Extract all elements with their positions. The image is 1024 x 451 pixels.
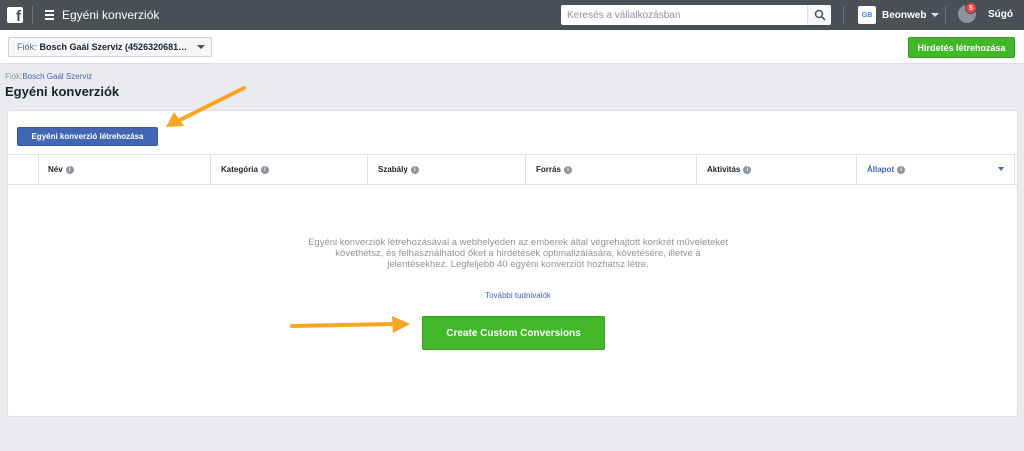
annotation-arrow-icon xyxy=(290,316,410,333)
account-label: Fiók: xyxy=(17,42,37,52)
help-icon: 5 xyxy=(958,2,977,23)
account-selector[interactable]: Fiók: Bosch Gaál Szerviz (4526320681… xyxy=(8,37,212,57)
learn-more-link[interactable]: További tudnivalók xyxy=(308,291,728,300)
column-header-rule[interactable]: Szabály i xyxy=(368,155,526,184)
column-label: Név xyxy=(48,165,63,174)
column-label: Forrás xyxy=(536,165,561,174)
column-label: Állapot xyxy=(867,165,895,174)
annotation-arrow-icon xyxy=(166,86,246,127)
notification-badge: 5 xyxy=(965,2,977,14)
search-input[interactable] xyxy=(561,6,805,24)
column-header-activity[interactable]: Aktivitás i xyxy=(697,155,857,184)
business-avatar: GB xyxy=(858,6,876,24)
create-ad-button[interactable]: Hirdetés létrehozása xyxy=(908,37,1015,58)
table-header: Név i Kategória i Szabály i Forrás i Aktivit… xyxy=(8,154,1017,185)
top-navigation-bar: f Egyéni konverziók GB Beonweb 5 Súgó xyxy=(0,0,1024,30)
breadcrumb-label: Fiók: xyxy=(5,72,23,81)
account-bar: Fiók: Bosch Gaál Szerviz (4526320681… Hi… xyxy=(0,30,1024,64)
search-icon xyxy=(814,9,826,21)
divider xyxy=(843,6,844,24)
app-title: Egyéni konverziók xyxy=(62,8,160,22)
info-icon[interactable]: i xyxy=(65,165,74,174)
select-column[interactable] xyxy=(8,155,39,184)
divider xyxy=(945,6,946,24)
account-value: Bosch Gaál Szerviz (4526320681… xyxy=(39,42,188,52)
page-title: Egyéni konverziók xyxy=(5,84,120,99)
facebook-logo-icon[interactable]: f xyxy=(0,0,30,30)
create-custom-conversion-button[interactable]: Egyéni konverzió létrehozása xyxy=(17,127,158,146)
info-icon[interactable]: i xyxy=(743,165,752,174)
business-switcher[interactable]: GB Beonweb xyxy=(858,6,940,24)
create-custom-conversions-button[interactable]: Create Custom Conversions xyxy=(422,316,605,350)
info-icon[interactable]: i xyxy=(897,165,906,174)
breadcrumb: Fiók:Bosch Gaál Szerviz xyxy=(5,72,92,81)
chevron-down-icon xyxy=(197,45,205,49)
empty-state-text: Egyéni konverziók létrehozásával a webhe… xyxy=(308,237,728,270)
search-button[interactable] xyxy=(807,5,831,25)
column-label: Aktivitás xyxy=(707,165,741,174)
chevron-down-icon xyxy=(931,13,940,17)
sort-down-icon xyxy=(998,167,1004,171)
help-label: Súgó xyxy=(988,8,1013,20)
info-icon[interactable]: i xyxy=(563,165,572,174)
column-label: Szabály xyxy=(378,165,408,174)
menu-icon[interactable] xyxy=(45,10,54,20)
search-box xyxy=(561,5,831,25)
info-icon[interactable]: i xyxy=(260,165,269,174)
column-header-source[interactable]: Forrás i xyxy=(526,155,697,184)
column-header-name[interactable]: Név i xyxy=(39,155,211,184)
column-header-status[interactable]: Állapot i xyxy=(857,155,1015,184)
column-header-category[interactable]: Kategória i xyxy=(211,155,368,184)
business-name: Beonweb xyxy=(882,9,927,21)
info-icon[interactable]: i xyxy=(410,165,419,174)
divider xyxy=(32,6,33,24)
column-label: Kategória xyxy=(221,165,258,174)
help-button[interactable]: 5 Súgó xyxy=(958,2,1013,23)
breadcrumb-account-link[interactable]: Bosch Gaál Szerviz xyxy=(22,72,92,81)
custom-conversions-panel: Egyéni konverzió létrehozása Név i Kategó… xyxy=(7,110,1018,417)
